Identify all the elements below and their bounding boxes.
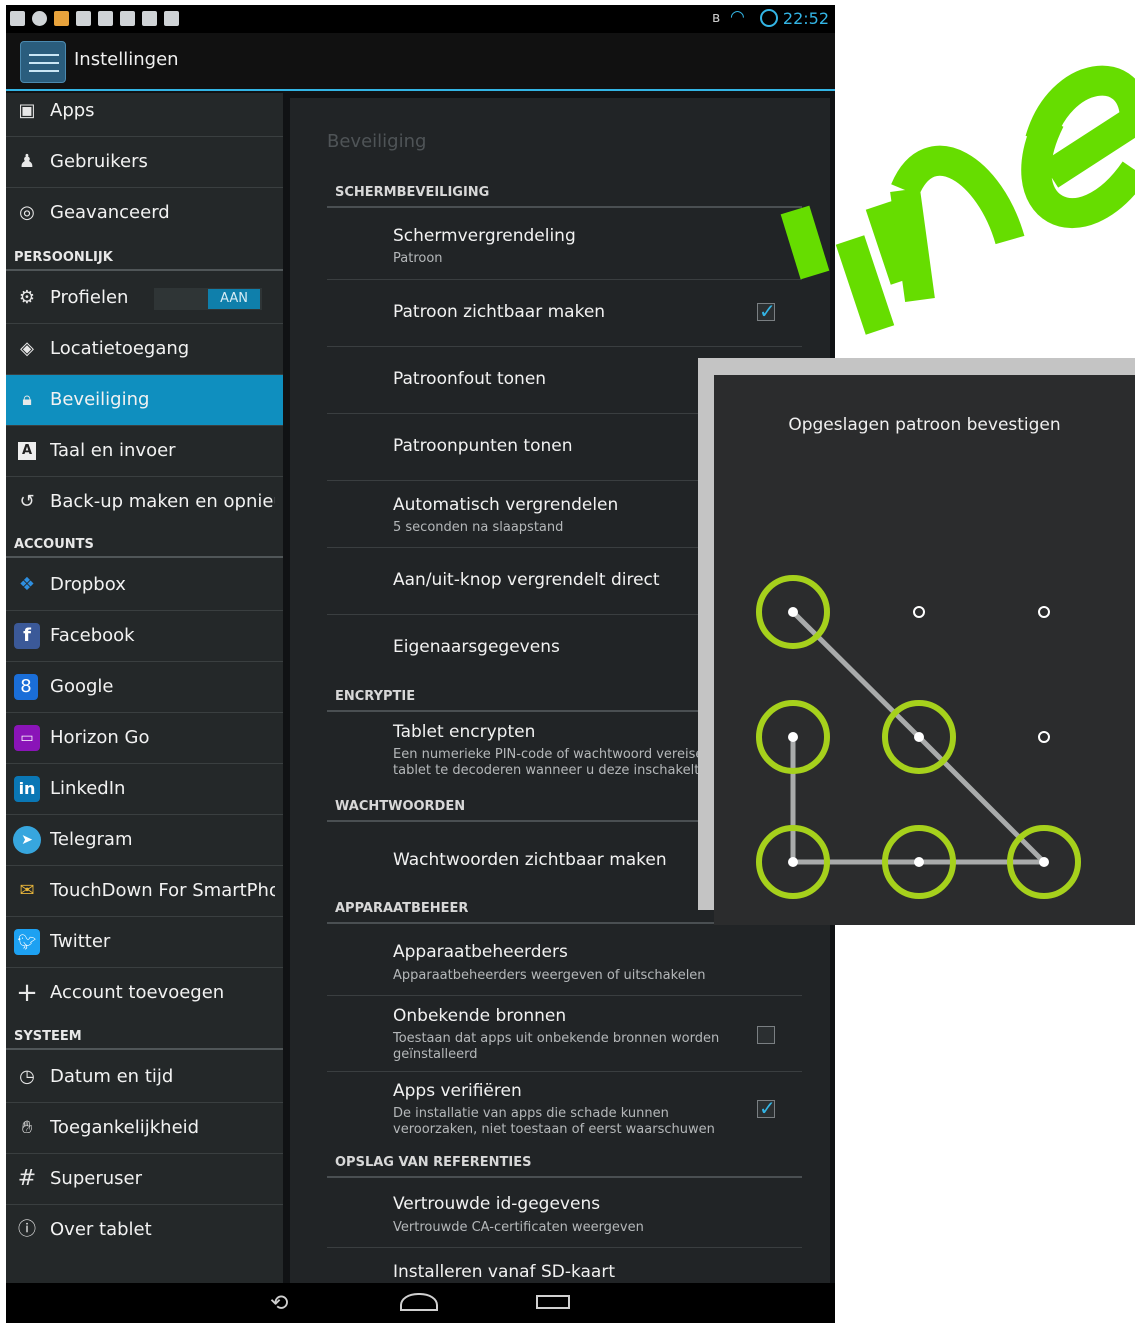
backup-icon: ↺: [19, 491, 35, 512]
cloud-upload-notification-icon: [32, 11, 47, 26]
sidebar-item-apps[interactable]: ▣ Apps: [6, 86, 283, 137]
sidebar-item-geavanceerd[interactable]: ◎ Geavanceerd: [6, 188, 283, 239]
action-bar: Instellingen: [6, 33, 835, 91]
hash-icon: #: [17, 1166, 37, 1191]
lock-icon: 🔒︎: [22, 389, 32, 410]
pattern-path-segment: [791, 610, 921, 739]
navigation-bar: ⟲: [6, 1283, 835, 1323]
recent-apps-icon[interactable]: [536, 1295, 570, 1309]
setting-onbekende-bronnen[interactable]: Onbekende bronnen Toestaan dat apps uit …: [327, 996, 802, 1072]
pattern-node-1-1[interactable]: [788, 607, 798, 617]
back-icon[interactable]: ⟲: [270, 1291, 288, 1316]
hand-icon: ✋︎: [21, 1117, 33, 1138]
wifi-icon: ◠: [730, 7, 745, 27]
facebook-icon: f: [14, 623, 40, 649]
home-icon[interactable]: [400, 1293, 438, 1311]
profiles-icon: ⚙: [18, 287, 36, 308]
setting-apparaatbeheerders[interactable]: Apparaatbeheerders Apparaatbeheerders we…: [327, 926, 802, 996]
sidebar-item-dropbox[interactable]: ❖ Dropbox: [6, 560, 283, 611]
sidebar-item-telegram[interactable]: ➤ Telegram: [6, 815, 283, 866]
info-icon: ⓘ: [18, 1219, 36, 1240]
horizon-go-icon: ▭: [14, 725, 40, 751]
sidebar-header-persoonlijk: PERSOONLIJK: [6, 241, 283, 271]
pattern-node-2-1[interactable]: [788, 732, 798, 742]
sidebar-item-toegankelijkheid[interactable]: ✋︎ Toegankelijkheid: [6, 1103, 283, 1154]
pattern-node-1-2[interactable]: [913, 606, 925, 618]
sidebar-item-datum-en-tijd[interactable]: ◷ Datum en tijd: [6, 1052, 283, 1103]
setting-apps-verifieren[interactable]: Apps verifiëren De installatie van apps …: [327, 1072, 802, 1148]
twitter-icon: 🐦︎: [14, 929, 40, 955]
location-icon: ◈: [20, 338, 34, 359]
clock: 22:52: [782, 9, 829, 28]
apps-verifieren-checkbox[interactable]: [757, 1096, 776, 1120]
gallery-notification-icon: [10, 11, 25, 26]
sidebar-item-superuser[interactable]: # Superuser: [6, 1154, 283, 1205]
sidebar-header-systeem: SYSTEEM: [6, 1020, 283, 1050]
sidebar-item-google[interactable]: 8 Google: [6, 662, 283, 713]
sidebar-item-over-tablet[interactable]: ⓘ Over tablet: [6, 1205, 283, 1256]
pattern-node-3-2[interactable]: [914, 857, 924, 867]
action-bar-title: Instellingen: [74, 49, 179, 70]
setting-installeren-sd-kaart[interactable]: Installeren vanaf SD-kaart: [327, 1248, 802, 1288]
sidebar-item-taal-en-invoer[interactable]: A Taal en invoer: [6, 426, 283, 477]
linkedin-notification-icon: [76, 11, 91, 26]
pattern-node-1-3[interactable]: [1038, 606, 1050, 618]
flipboard-notification-icon: [120, 11, 135, 26]
task-notification-icon: [142, 11, 157, 26]
pattern-node-2-3[interactable]: [1038, 731, 1050, 743]
image-icon: ▣: [18, 100, 36, 121]
linkedin-notification-icon-2: [98, 11, 113, 26]
pattern-node-3-3[interactable]: [1039, 857, 1049, 867]
linkedin-icon: in: [14, 776, 40, 802]
sidebar-header-accounts: ACCOUNTS: [6, 528, 283, 558]
touchdown-icon: ✉: [19, 880, 35, 901]
settings-icon[interactable]: [20, 41, 66, 83]
section-header-schermbeveiliging: SCHERMBEVEILIGING: [327, 178, 802, 208]
pattern-path-segment: [917, 735, 1046, 864]
plus-icon: +: [16, 978, 38, 1008]
screenshot-canvas: ʙ ◠ 22:52 Instellingen ▣ Apps ♟ Gebruike…: [0, 0, 1135, 1323]
patroon-zichtbaar-checkbox[interactable]: [757, 299, 776, 323]
sidebar-item-account-toevoegen[interactable]: + Account toevoegen: [6, 968, 283, 1019]
sidebar-item-twitter[interactable]: 🐦︎ Twitter: [6, 917, 283, 968]
store-notification-icon: [164, 11, 179, 26]
sidebar-item-locatietoegang[interactable]: ◈ Locatietoegang: [6, 324, 283, 375]
sidebar-item-horizon-go[interactable]: ▭ Horizon Go: [6, 713, 283, 764]
sync-icon: [760, 9, 778, 27]
sidebar-item-backup[interactable]: ↺ Back-up maken en opnieuw: [6, 477, 283, 528]
target-icon: ◎: [19, 202, 35, 223]
setting-patroon-zichtbaar[interactable]: Patroon zichtbaar maken: [327, 280, 802, 347]
sidebar-item-gebruikers[interactable]: ♟ Gebruikers: [6, 137, 283, 188]
pattern-node-3-1[interactable]: [788, 857, 798, 867]
telegram-icon: ➤: [13, 826, 41, 854]
sidebar-item-touchdown[interactable]: ✉ TouchDown For SmartPhones: [6, 866, 283, 917]
mail-notification-icon: [54, 11, 69, 26]
onbekende-bronnen-checkbox[interactable]: [757, 1026, 775, 1044]
google-icon: 8: [14, 674, 38, 700]
clock-icon: ◷: [19, 1066, 35, 1087]
page-title: Beveiliging: [327, 131, 427, 152]
keyboard-icon: A: [18, 442, 36, 460]
pattern-node-2-2[interactable]: [914, 732, 924, 742]
dropbox-icon: ❖: [18, 574, 36, 595]
bluetooth-icon: ʙ: [712, 10, 721, 26]
pattern-confirm-dialog: Opgeslagen patroon bevestigen: [698, 358, 1135, 925]
sidebar-item-profielen[interactable]: ⚙ Profielen AAN: [6, 273, 283, 324]
person-icon: ♟: [18, 151, 36, 172]
watermark-letters: [780, 65, 1135, 335]
settings-sidebar: ▣ Apps ♟ Gebruikers ◎ Geavanceerd PERSOO…: [6, 93, 283, 1283]
status-bar: ʙ ◠ 22:52: [6, 5, 835, 33]
profielen-toggle[interactable]: AAN: [154, 288, 262, 310]
setting-vertrouwde-id-gegevens[interactable]: Vertrouwde id-gegevens Vertrouwde CA-cer…: [327, 1180, 802, 1248]
pattern-panel: Opgeslagen patroon bevestigen: [714, 375, 1135, 925]
setting-schermvergrendeling[interactable]: Schermvergrendeling Patroon: [327, 210, 802, 280]
sidebar-item-facebook[interactable]: f Facebook: [6, 611, 283, 662]
sidebar-item-beveiliging[interactable]: 🔒︎ Beveiliging: [6, 375, 283, 426]
section-header-opslag-referenties: OPSLAG VAN REFERENTIES: [327, 1148, 802, 1178]
pattern-grid[interactable]: [714, 375, 1135, 925]
sidebar-item-linkedin[interactable]: in LinkedIn: [6, 764, 283, 815]
